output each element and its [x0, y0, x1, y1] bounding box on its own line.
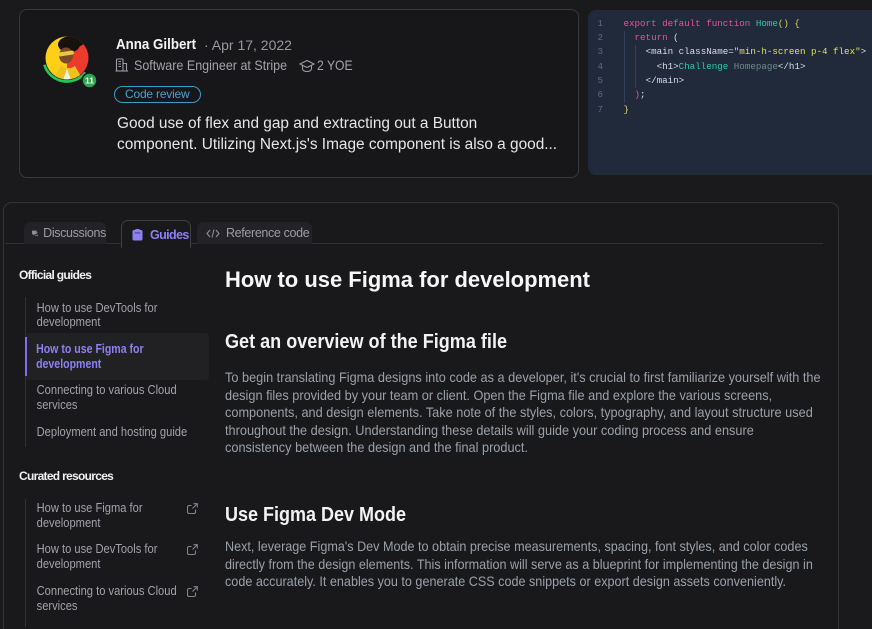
svg-text:11: 11: [85, 75, 94, 85]
